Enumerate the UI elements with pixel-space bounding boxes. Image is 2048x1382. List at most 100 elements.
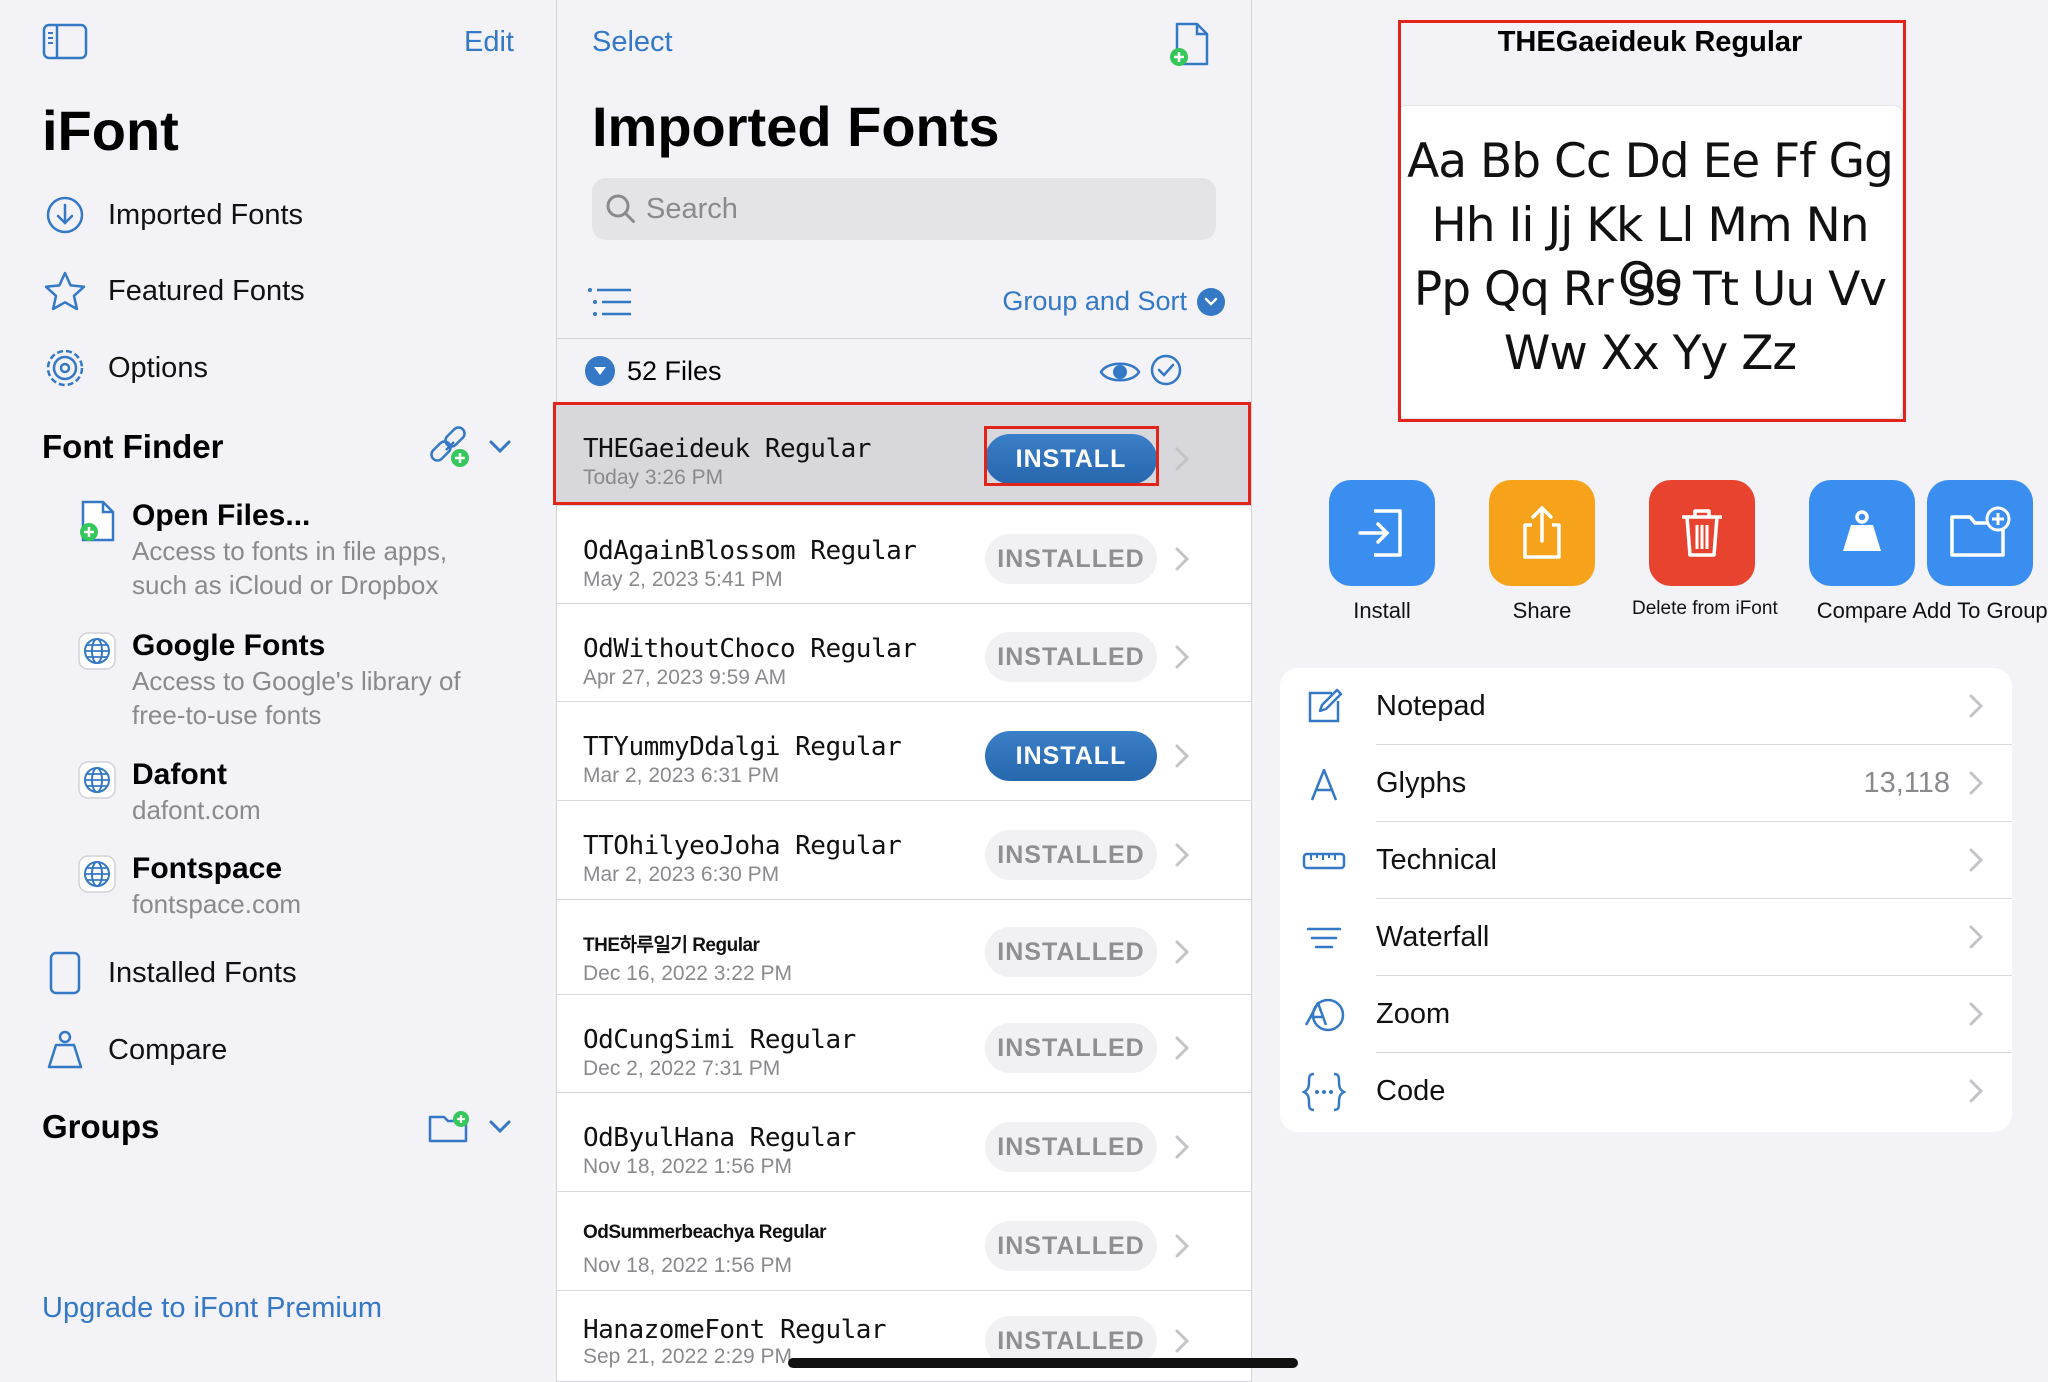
finder-item-title: Google Fonts [132,629,326,662]
edit-button[interactable]: Edit [464,26,514,59]
font-name: TTYummyDdalgi Regular [583,732,902,762]
chevron-down-icon[interactable] [585,356,615,386]
font-name: THE하루일기 Regular [583,935,760,956]
finder-item-open-files[interactable]: Open Files... Access to fonts in file ap… [74,498,494,602]
chevron-down-icon[interactable] [486,1113,514,1141]
compare-action[interactable]: Compare [1792,480,1932,624]
app-title: iFont [42,99,179,162]
code-braces-icon [1302,1071,1346,1113]
font-name: OdWithoutChoco Regular [583,634,917,664]
font-name: THEGaeideuk Regular [583,434,871,464]
font-row[interactable]: TTOhilyeoJoha Regular Mar 2, 2023 6:30 PM… [557,801,1251,900]
sidebar-item-compare[interactable]: Compare [42,1022,227,1078]
menu-item-code[interactable]: Code [1280,1053,2012,1130]
sidebar-item-featured-fonts[interactable]: Featured Fonts [42,263,305,319]
menu-item-technical[interactable]: Technical [1280,822,2012,899]
menu-item-label: Notepad [1376,690,1486,722]
eye-icon[interactable] [1099,355,1141,389]
font-date: Dec 2, 2022 7:31 PM [583,1057,781,1080]
preview-line: Ww Xx Yy Zz [1503,326,1797,381]
share-action[interactable]: Share [1472,480,1612,624]
install-button[interactable]: INSTALL [985,731,1157,781]
delete-action[interactable]: Delete from iFont [1632,480,1778,620]
sidebar-item-installed-fonts[interactable]: Installed Fonts [42,945,297,1001]
sidebar-toggle-icon[interactable] [42,22,88,62]
sidebar-item-options[interactable]: Options [42,340,208,396]
finder-item-title: Fontspace [132,852,283,885]
files-count: 52 Files [627,355,722,386]
finder-item-desc: fontspace.com [132,889,302,919]
finder-item-dafont[interactable]: Dafont dafont.com [74,757,494,827]
installed-badge[interactable]: INSTALLED [985,534,1157,584]
font-row[interactable]: THE하루일기 Regular Dec 16, 2022 3:22 PM INSTA… [557,900,1251,995]
share-icon [1489,480,1595,586]
link-add-icon[interactable] [426,424,472,470]
chevron-right-icon [1173,741,1191,771]
finder-item-fontspace[interactable]: Fontspace fontspace.com [74,851,494,921]
menu-item-zoom[interactable]: Zoom [1280,976,2012,1053]
finder-item-desc: Access to Google's library of free-to-us… [132,666,461,730]
menu-item-glyphs[interactable]: Glyphs 13,118 [1280,745,2012,822]
font-name: OdAgainBlossom Regular [583,536,917,566]
group-and-sort-button[interactable]: Group and Sort [1002,286,1225,317]
new-file-icon[interactable] [1167,20,1213,68]
font-row[interactable]: OdCungSimi Regular Dec 2, 2022 7:31 PM INS… [557,995,1251,1093]
installed-badge[interactable]: INSTALLED [985,927,1157,977]
action-label: Add To Group [1912,598,2048,623]
checkmark-circle-icon[interactable] [1149,353,1183,387]
folder-add-icon[interactable] [426,1104,472,1150]
font-name: TTOhilyeoJoha Regular [583,831,902,861]
font-row[interactable]: OdByulHana Regular Nov 18, 2022 1:56 PM IN… [557,1093,1251,1192]
font-date: Nov 18, 2022 1:56 PM [583,1155,792,1178]
installed-badge[interactable]: INSTALLED [985,1122,1157,1172]
installed-badge[interactable]: INSTALLED [985,1023,1157,1073]
install-icon [1329,480,1435,586]
search-field[interactable] [592,178,1216,240]
font-preview-card: Aa Bb Cc Dd Ee Ff Gg Hh Ii Jj Kk Ll Mm N… [1398,106,1902,418]
font-date: Dec 16, 2022 3:22 PM [583,962,792,985]
sidebar-item-imported-fonts[interactable]: Imported Fonts [42,187,303,243]
font-list-pane: Select Imported Fonts Group and Sort 52 … [556,0,1252,1382]
finder-item-title: Dafont [132,758,227,791]
sidebar-item-label: Compare [108,1033,228,1066]
action-label: Install [1353,598,1411,623]
font-row[interactable]: OdSummerbeachya Regular Nov 18, 2022 1:56… [557,1192,1251,1291]
chevron-down-icon[interactable] [486,433,514,461]
sidebar-item-label: Featured Fonts [108,274,305,307]
installed-badge[interactable]: INSTALLED [985,1221,1157,1271]
list-style-icon[interactable] [585,282,633,322]
install-button[interactable]: INSTALL [985,434,1157,484]
font-row[interactable]: THEGaeideuk Regular Today 3:26 PM INSTALL [557,404,1251,506]
add-to-group-action[interactable]: Add To Group [1912,480,2048,624]
menu-item-label: Waterfall [1376,921,1490,953]
installed-badge[interactable]: INSTALLED [985,830,1157,880]
menu-item-notepad[interactable]: Notepad [1280,668,2012,745]
finder-item-google-fonts[interactable]: Google Fonts Access to Google's library … [74,628,494,732]
chevron-right-icon [1173,544,1191,574]
ruler-icon [1302,840,1346,882]
chevron-right-icon [1968,1077,1984,1105]
sidebar-item-label: Installed Fonts [108,956,297,989]
home-indicator[interactable] [788,1358,1298,1368]
menu-item-waterfall[interactable]: Waterfall [1280,899,2012,976]
upgrade-premium-link[interactable]: Upgrade to iFont Premium [42,1292,382,1325]
menu-item-value: 13,118 [1863,767,1950,799]
font-finder-header: Font Finder [42,422,514,472]
letter-a-icon [1302,763,1346,805]
font-row[interactable]: OdAgainBlossom Regular May 2, 2023 5:41 P… [557,506,1251,604]
font-row[interactable]: TTYummyDdalgi Regular Mar 2, 2023 6:31 PM… [557,702,1251,801]
detail-pane: THEGaeideuk Regular Aa Bb Cc Dd Ee Ff Gg… [1252,0,2048,1382]
font-row[interactable]: HanazomeFont Regular Sep 21, 2022 2:29 PM… [557,1291,1251,1382]
chevron-right-icon [1173,444,1191,474]
list-title: Imported Fonts [592,95,1000,158]
select-button[interactable]: Select [592,26,673,59]
chevron-right-icon [1173,1326,1191,1356]
chevron-right-icon [1968,923,1984,951]
install-action[interactable]: Install [1312,480,1452,624]
list-header: Select Imported Fonts Group and Sort [557,0,1251,338]
installed-badge[interactable]: INSTALLED [985,632,1157,682]
font-row[interactable]: OdWithoutChoco Regular Apr 27, 2023 9:59 … [557,604,1251,702]
search-input[interactable] [646,192,1186,226]
chevron-right-icon [1173,1033,1191,1063]
font-date: Nov 18, 2022 1:56 PM [583,1254,792,1277]
